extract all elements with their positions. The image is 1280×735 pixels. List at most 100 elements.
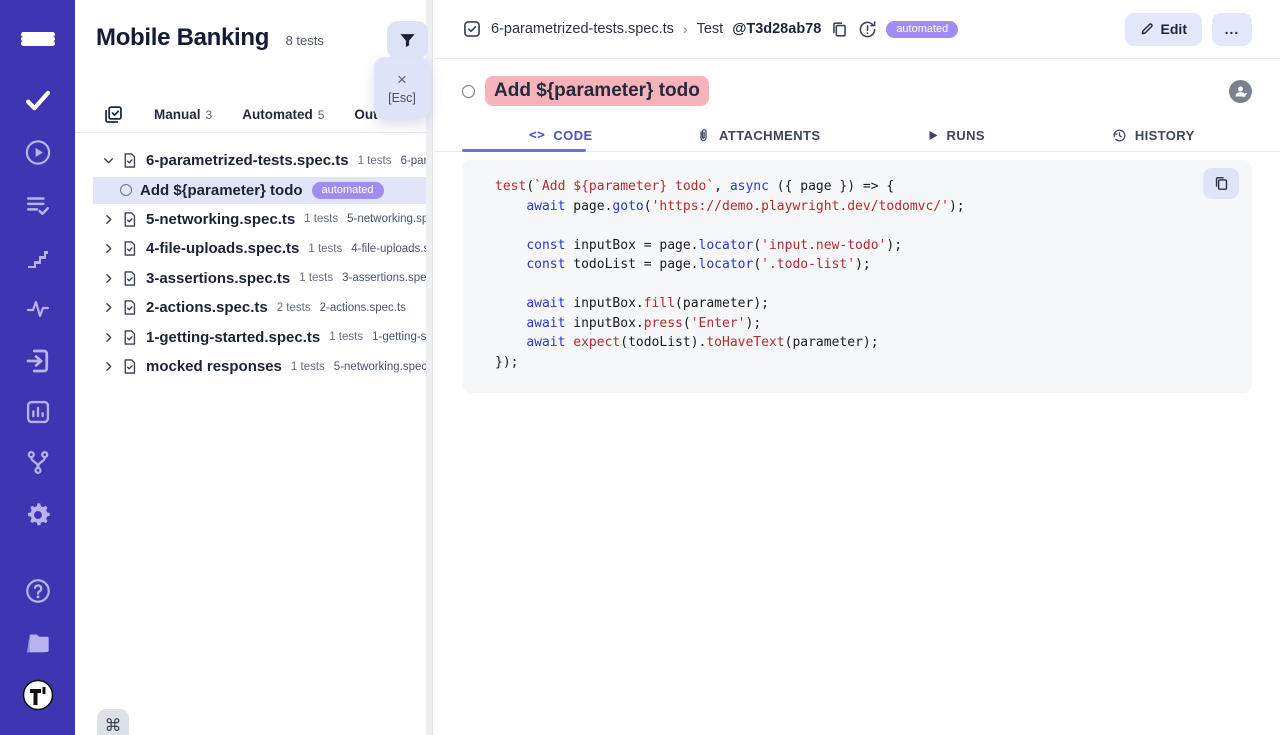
copy-code-icon[interactable] — [1203, 168, 1239, 199]
test-tree: 6-parametrized-tests.spec.ts 1 tests 6-par… — [75, 146, 426, 382]
settings-gear-icon[interactable] — [24, 501, 52, 529]
spec-file-icon — [121, 151, 138, 170]
spec-file-icon — [121, 357, 138, 376]
pencil-icon — [1140, 22, 1154, 36]
code-panel: test(`Add ${parameter} todo`, async ({ p… — [462, 160, 1252, 393]
edit-button[interactable]: Edit — [1125, 13, 1202, 46]
test-status-circle-icon[interactable] — [462, 85, 475, 98]
breadcrumb: 6-parametrized-tests.spec.ts › Test @T3d… — [462, 19, 958, 39]
projects-folder-icon[interactable] — [23, 630, 53, 657]
suite-file-path: 4-file-uploads.spec.ts — [351, 243, 426, 255]
close-icon[interactable]: × — [397, 71, 407, 88]
suite-name[interactable]: 1-getting-started.spec.ts — [146, 329, 320, 346]
chevron-right-icon[interactable] — [102, 301, 115, 314]
filter-button[interactable] — [387, 21, 428, 59]
chevron-right-icon[interactable] — [102, 331, 115, 344]
escape-hint-label: [Esc] — [388, 91, 416, 105]
project-title: Mobile Banking — [96, 24, 269, 51]
tree-suite-row[interactable]: 1-getting-started.spec.ts 1 tests 1-gettin… — [75, 323, 426, 353]
spec-file-icon — [121, 239, 138, 258]
suite-file-path: 6-parametrized-tests.spec.ts — [400, 155, 426, 167]
play-icon — [927, 129, 939, 142]
icon-rail — [0, 0, 75, 735]
chevron-right-icon[interactable] — [102, 242, 115, 255]
runs-play-icon[interactable] — [23, 138, 52, 167]
tree-suite-row[interactable]: mocked responses1 tests5-networking.spec… — [75, 352, 426, 382]
suite-file-path: 5-networking.spec.ts — [347, 213, 426, 225]
tests-check-icon[interactable] — [23, 86, 53, 114]
tree-suite-row[interactable]: 2-actions.spec.ts 2 tests 2-actions.spec.t… — [75, 293, 426, 323]
command-shortcut-button[interactable]: ⌘ — [97, 709, 129, 735]
steps-icon[interactable] — [25, 245, 51, 269]
suite-name[interactable]: 3-assertions.spec.ts — [146, 270, 290, 287]
code-line: const todoList = page.locator('.todo-lis… — [495, 255, 1232, 275]
paperclip-icon — [696, 128, 711, 143]
code-line: await inputBox.fill(parameter); — [495, 294, 1232, 314]
pulse-icon[interactable] — [24, 297, 52, 321]
assignee-avatar[interactable] — [1229, 80, 1252, 103]
suite-name[interactable]: 6-parametrized-tests.spec.ts — [146, 152, 349, 169]
test-status-circle-icon — [120, 184, 132, 196]
breadcrumb-file[interactable]: 6-parametrized-tests.spec.ts — [491, 21, 674, 37]
analytics-icon[interactable] — [24, 398, 52, 426]
hamburger-menu-icon[interactable] — [21, 26, 55, 52]
tab-code[interactable]: <> CODE — [462, 119, 660, 151]
suite-file-path: 1-getting-started.spec.ts — [372, 331, 426, 343]
code-line: }); — [495, 353, 1232, 373]
suite-file-path: 5-networking.spec.ts — [334, 361, 426, 373]
filter-tab-manual[interactable]: Manual 3 — [154, 107, 212, 122]
suite-test-count: 1 tests — [329, 331, 363, 343]
suite-name[interactable]: 4-file-uploads.spec.ts — [146, 240, 299, 257]
filter-escape-popup: × [Esc] — [374, 57, 430, 119]
tab-attachments[interactable]: ATTACHMENTS — [660, 119, 858, 151]
chevron-right-icon[interactable] — [102, 360, 115, 373]
detail-tabs: <> CODE ATTACHMENTS RUNS HISTORY — [434, 119, 1280, 152]
suite-file-path: 2-actions.spec.ts — [320, 302, 406, 314]
project-header: Mobile Banking 8 tests — [96, 24, 380, 52]
tree-suite-row[interactable]: 5-networking.spec.ts1 tests5-networking.… — [75, 205, 426, 235]
automation-status-badge: automated — [886, 21, 958, 38]
project-tests-count: 8 tests — [286, 33, 324, 48]
suite-test-count: 1 tests — [358, 155, 392, 167]
breadcrumb-test-label: Test — [697, 21, 724, 37]
code-line: const inputBox = page.locator('input.new… — [495, 236, 1232, 256]
code-line: await inputBox.press('Enter'); — [495, 314, 1232, 334]
chevron-right-icon[interactable] — [102, 272, 115, 285]
check-square-icon — [462, 19, 482, 39]
more-actions-button[interactable]: ... — [1212, 13, 1252, 46]
branch-icon[interactable] — [24, 449, 51, 476]
test-detail: 6-parametrized-tests.spec.ts › Test @T3d… — [434, 0, 1280, 735]
detail-header: 6-parametrized-tests.spec.ts › Test @T3d… — [434, 0, 1280, 59]
suite-name[interactable]: 2-actions.spec.ts — [146, 299, 268, 316]
filter-tab-automated[interactable]: Automated 5 — [242, 107, 324, 122]
funnel-icon — [398, 31, 417, 50]
breadcrumb-test-id: @T3d28ab78 — [732, 21, 821, 37]
suite-test-count: 1 tests — [308, 243, 342, 255]
tree-suite-row[interactable]: 4-file-uploads.spec.ts 1 tests 4-file-uplo… — [75, 234, 426, 264]
code-line: await expect(todoList).toHaveText(parame… — [495, 333, 1232, 353]
chevron-down-icon[interactable] — [102, 154, 115, 167]
code-line: ​ — [495, 216, 1232, 236]
copy-id-icon[interactable] — [830, 20, 849, 39]
tab-runs[interactable]: RUNS — [857, 119, 1055, 151]
app-logo[interactable] — [22, 679, 54, 711]
tree-test-row-selected[interactable]: Add ${parameter} todoautomated — [93, 177, 426, 204]
import-icon[interactable] — [23, 346, 53, 376]
tree-suite-row[interactable]: 3-assertions.spec.ts 1 tests 3-assertions.… — [75, 264, 426, 294]
suite-name[interactable]: 5-networking.spec.ts — [146, 211, 295, 228]
suite-name[interactable]: mocked responses — [146, 358, 282, 375]
test-plans-icon[interactable] — [24, 192, 52, 218]
suite-test-count: 2 tests — [277, 302, 311, 314]
suite-file-path: 3-assertions.spec.ts — [342, 272, 426, 284]
sync-status-icon[interactable] — [858, 20, 877, 39]
select-all-icon[interactable] — [103, 104, 124, 125]
code-icon: <> — [529, 128, 545, 143]
tree-suite-row[interactable]: 6-parametrized-tests.spec.ts 1 tests 6-par… — [75, 146, 426, 176]
test-name[interactable]: Add ${parameter} todo — [140, 182, 303, 199]
tab-history[interactable]: HISTORY — [1055, 119, 1253, 151]
suite-test-count: 1 tests — [299, 272, 333, 284]
help-icon[interactable] — [24, 577, 52, 605]
spec-file-icon — [121, 210, 138, 229]
chevron-right-icon[interactable] — [102, 213, 115, 226]
code-line: await page.goto('https://demo.playwright… — [495, 197, 1232, 217]
